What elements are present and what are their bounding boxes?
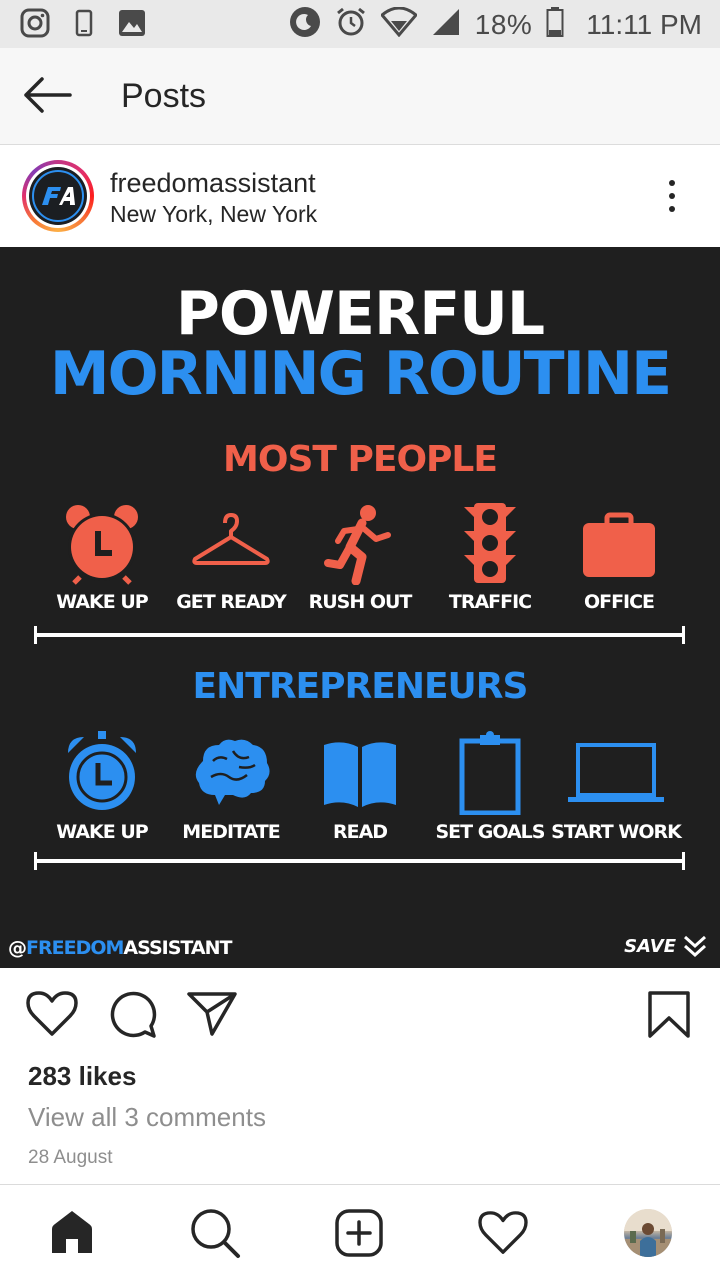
step-meditate: MEDITATE xyxy=(166,731,296,843)
step-get-ready: GET READY xyxy=(166,501,296,613)
clock: 11:11 PM xyxy=(586,8,702,40)
step-rush-out: RUSH OUT xyxy=(295,501,425,613)
activity-heart-icon xyxy=(478,1211,528,1254)
back-button[interactable] xyxy=(18,70,78,120)
paper-plane-icon xyxy=(187,992,237,1036)
home-icon xyxy=(52,1211,92,1253)
page-title: Posts xyxy=(121,77,207,115)
image-save-hint: SAVE xyxy=(624,933,708,959)
wifi-icon xyxy=(379,6,418,42)
step-label: READ xyxy=(332,821,388,843)
like-button[interactable] xyxy=(26,990,78,1043)
step-start-work: START WORK xyxy=(551,731,682,843)
step-label: SET GOALS xyxy=(435,821,546,843)
step-traffic: TRAFFIC xyxy=(425,501,555,613)
timeline-entrepreneurs xyxy=(34,852,685,870)
view-comments-link[interactable]: View all 3 comments xyxy=(28,1102,266,1133)
brand-logo-icon xyxy=(32,170,84,222)
status-bar: 18% 11:11 PM xyxy=(0,0,720,48)
do-not-disturb-icon xyxy=(289,6,321,43)
step-office: OFFICE xyxy=(554,501,684,613)
step-label: TRAFFIC xyxy=(448,591,532,613)
laptop-icon xyxy=(568,743,664,802)
more-dot xyxy=(669,193,675,199)
alarm-clock-icon xyxy=(68,731,136,810)
image-handle: @FREEDOMASSISTANT xyxy=(8,937,232,959)
bottom-nav xyxy=(0,1184,720,1280)
comment-button[interactable] xyxy=(107,990,157,1045)
step-label: WAKE UP xyxy=(56,821,148,843)
instagram-icon xyxy=(20,8,50,43)
new-post-icon xyxy=(335,1209,383,1257)
clipboard-icon xyxy=(459,731,521,815)
step-label: START WORK xyxy=(551,821,682,843)
running-person-icon xyxy=(324,505,391,585)
profile-avatar xyxy=(624,1209,672,1257)
phone-icon xyxy=(74,8,94,43)
battery-percent: 18% xyxy=(474,8,533,40)
step-wake-up-blue: WAKE UP xyxy=(37,731,167,843)
share-button[interactable] xyxy=(186,990,238,1043)
nav-activity[interactable] xyxy=(475,1205,531,1261)
signal-icon xyxy=(431,7,461,42)
save-bookmark-button[interactable] xyxy=(644,990,694,1045)
alarm-icon xyxy=(335,6,367,43)
infographic-title-line2: MORNING ROUTINE xyxy=(49,339,672,409)
section-entrepreneurs-heading: ENTREPRENEURS xyxy=(192,666,529,707)
post-username[interactable]: freedomassistant xyxy=(110,168,316,199)
timeline-most-people xyxy=(34,626,685,644)
likes-count[interactable]: 283 likes xyxy=(28,1061,136,1092)
nav-new-post[interactable] xyxy=(331,1205,387,1261)
app-bar: Posts xyxy=(0,48,720,145)
open-book-icon xyxy=(324,742,396,807)
step-read: READ xyxy=(295,731,425,843)
bookmark-icon xyxy=(648,991,690,1038)
post-actions xyxy=(0,968,720,1058)
step-label: RUSH OUT xyxy=(308,591,413,613)
image-icon xyxy=(118,9,146,42)
step-label: WAKE UP xyxy=(56,591,148,613)
double-chevron-down-icon xyxy=(683,935,707,958)
comment-bubble-icon xyxy=(110,991,157,1038)
post-image[interactable]: POWERFUL MORNING ROUTINE MOST PEOPLE WAK… xyxy=(0,247,720,968)
step-label: GET READY xyxy=(176,591,287,613)
post-location[interactable]: New York, New York xyxy=(110,201,317,228)
step-set-goals: SET GOALS xyxy=(425,731,555,843)
more-dot xyxy=(669,180,675,186)
brain-icon xyxy=(195,739,270,805)
more-dot xyxy=(669,206,675,212)
post-date: 28 August xyxy=(28,1147,113,1168)
section-most-people-heading: MOST PEOPLE xyxy=(223,439,498,480)
battery-icon xyxy=(546,6,564,43)
post-author-avatar[interactable] xyxy=(22,160,94,232)
traffic-light-icon xyxy=(464,503,516,583)
arrow-left-icon xyxy=(24,77,72,113)
heart-icon xyxy=(26,991,78,1036)
hanger-icon xyxy=(192,513,270,565)
more-options-button[interactable] xyxy=(655,174,689,218)
step-wake-up-red: WAKE UP xyxy=(37,501,167,613)
step-label: OFFICE xyxy=(583,591,655,613)
step-label: MEDITATE xyxy=(182,821,280,843)
alarm-clock-icon xyxy=(66,505,138,585)
search-icon xyxy=(191,1209,240,1258)
nav-home[interactable] xyxy=(44,1205,100,1261)
nav-profile[interactable] xyxy=(620,1205,676,1261)
nav-search[interactable] xyxy=(187,1205,243,1261)
post-header: freedomassistant New York, New York xyxy=(0,146,720,247)
briefcase-icon xyxy=(583,512,655,577)
